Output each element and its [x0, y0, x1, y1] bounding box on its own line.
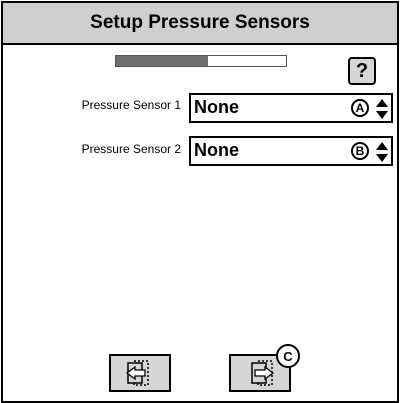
back-arrow-icon — [125, 360, 149, 386]
callout-c: C — [276, 344, 300, 368]
back-button[interactable] — [109, 354, 171, 392]
help-button[interactable]: ? — [348, 57, 376, 85]
page-title: Setup Pressure Sensors — [90, 12, 310, 33]
pressure-sensor-2-value: None — [194, 140, 239, 160]
callout-a: A — [351, 99, 369, 117]
callout-b: B — [351, 142, 369, 160]
dialog-frame: Setup Pressure Sensors ? Pressure Sensor… — [1, 1, 399, 403]
pressure-sensor-2-select[interactable]: None B — [189, 136, 393, 166]
pressure-sensor-1-label: Pressure Sensor 1 — [81, 98, 181, 112]
help-icon: ? — [355, 59, 369, 82]
pressure-sensor-1-value: None — [194, 97, 239, 117]
next-arrow-icon — [251, 360, 275, 386]
pressure-sensor-1-select[interactable]: None A — [189, 93, 393, 123]
up-down-arrows-icon[interactable] — [375, 141, 389, 163]
progress-bar — [115, 55, 287, 67]
up-down-arrows-icon[interactable] — [375, 98, 389, 120]
pressure-sensor-2-label: Pressure Sensor 2 — [81, 142, 181, 156]
title-bar: Setup Pressure Sensors — [3, 3, 397, 45]
progress-fill — [116, 56, 208, 66]
